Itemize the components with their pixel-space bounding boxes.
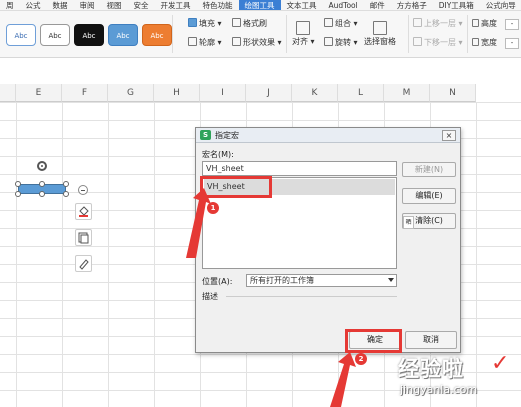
- checkmark-icon: ✓: [491, 351, 510, 376]
- watermark-title: 经验啦: [398, 357, 464, 381]
- arrow-to-macro-item: [186, 188, 211, 258]
- watermark: 经验啦 ✓ jingyanla.com: [388, 351, 513, 403]
- arrow-to-ok-button: [330, 352, 356, 407]
- watermark-url: jingyanla.com: [400, 383, 478, 396]
- annotation-arrows: [186, 188, 356, 407]
